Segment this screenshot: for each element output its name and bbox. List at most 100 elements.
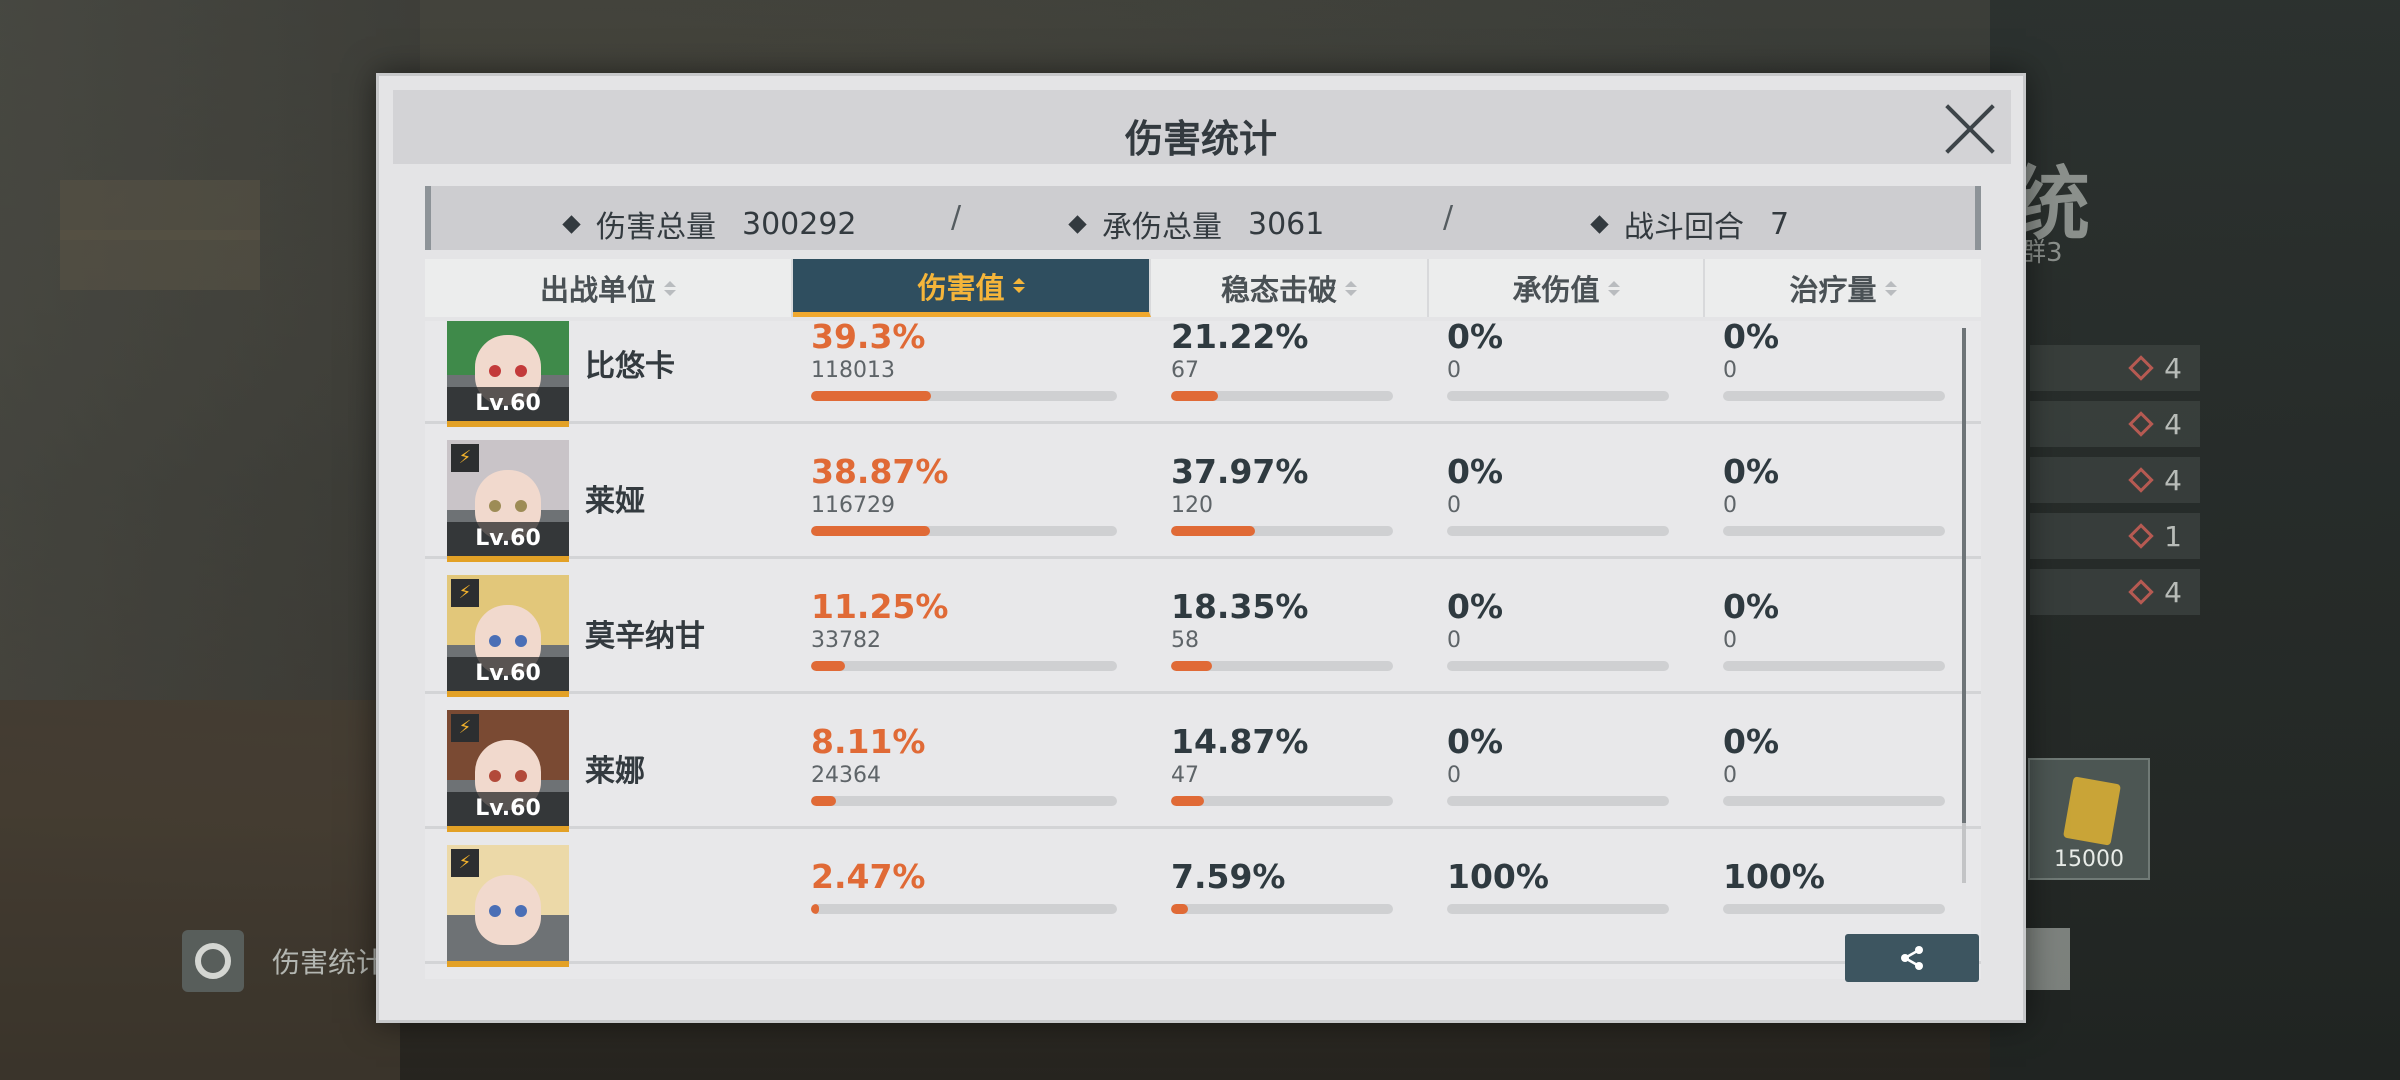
- damage-bar: [811, 661, 1117, 671]
- background-side-row: 4: [2030, 457, 2200, 503]
- close-icon[interactable]: [1941, 100, 1999, 158]
- heal-cell: 100%: [1723, 857, 1945, 914]
- heal-cell: 0% 0: [1723, 452, 1945, 536]
- break-value: 58: [1171, 628, 1199, 653]
- damage-bar-fill: [811, 661, 846, 671]
- damage-stats-button[interactable]: 伤害统计: [182, 930, 384, 992]
- damage-bar-fill: [811, 796, 836, 806]
- break-percent: 7.59%: [1171, 857, 1286, 896]
- background-side-row: 1: [2030, 513, 2200, 559]
- diamond-icon: [2128, 579, 2154, 605]
- break-percent: 37.97%: [1171, 452, 1309, 491]
- column-header-damage[interactable]: 伤害值: [793, 259, 1151, 317]
- heal-cell: 0% 0: [1723, 587, 1945, 671]
- taken-value: 0: [1447, 358, 1461, 383]
- heal-value: 0: [1723, 763, 1737, 788]
- damage-cell: 2.47%: [811, 857, 1117, 914]
- summary-total-damage: 伤害总量 300292: [562, 202, 857, 246]
- heal-bar: [1723, 796, 1945, 806]
- break-value: 120: [1171, 493, 1213, 518]
- heal-cell: 0% 0: [1723, 722, 1945, 806]
- table-row[interactable]: Lv.60 比悠卡 39.3% 118013 21.22% 67 0% 0 0%…: [425, 321, 1981, 427]
- table-row[interactable]: ⚡ Lv.60 莫辛纳甘 11.25% 33782 18.35% 58 0% 0…: [425, 559, 1981, 697]
- lightning-icon: ⚡: [451, 849, 479, 877]
- damage-bar: [811, 526, 1117, 536]
- damage-bar-fill: [811, 526, 930, 536]
- damage-bar: [811, 796, 1117, 806]
- character-name: 莱娜: [585, 754, 645, 789]
- stats-table[interactable]: Lv.60 比悠卡 39.3% 118013 21.22% 67 0% 0 0%…: [425, 321, 1981, 979]
- diamond-icon: [1590, 214, 1609, 234]
- break-bar-fill: [1171, 796, 1204, 806]
- break-bar-fill: [1171, 526, 1256, 536]
- sort-icon: [664, 280, 676, 296]
- avatar-eye: [515, 905, 527, 917]
- table-row[interactable]: ⚡ Lv.60 莱娜 8.11% 24364 14.87% 47 0% 0 0%: [425, 694, 1981, 832]
- avatar-eye: [515, 635, 527, 647]
- character-name: 莱娅: [585, 484, 645, 519]
- damage-value: 24364: [811, 763, 881, 788]
- avatar-eye: [489, 635, 501, 647]
- break-percent: 21.22%: [1171, 321, 1309, 356]
- heal-bar: [1723, 661, 1945, 671]
- scrollbar-thumb[interactable]: [1962, 328, 1966, 823]
- damage-value: 116729: [811, 493, 895, 518]
- avatar-eye: [515, 365, 527, 377]
- table-row[interactable]: ⚡ Lv.60 莱娅 38.87% 116729 37.97% 120 0% 0…: [425, 424, 1981, 562]
- sort-icon: [1884, 280, 1897, 296]
- character-avatar: ⚡: [447, 845, 569, 967]
- heal-value: 0: [1723, 493, 1737, 518]
- diamond-icon: [2128, 355, 2154, 381]
- taken-percent: 0%: [1447, 321, 1504, 356]
- sort-icon: [1607, 280, 1620, 296]
- column-header-break[interactable]: 稳态击破: [1151, 259, 1429, 317]
- break-value: 67: [1171, 358, 1199, 383]
- heal-value: 0: [1723, 628, 1737, 653]
- column-header-heal[interactable]: 治疗量: [1705, 259, 1981, 317]
- break-bar-fill: [1171, 661, 1212, 671]
- heal-bar: [1723, 391, 1945, 401]
- break-bar-fill: [1171, 391, 1219, 401]
- table-scrollbar[interactable]: [1962, 328, 1966, 883]
- ticket-icon: [2062, 776, 2122, 846]
- heal-cell: 0% 0: [1723, 321, 1945, 401]
- taken-cell: 0% 0: [1447, 722, 1669, 806]
- background-side-row: 4: [2030, 569, 2200, 615]
- break-percent: 14.87%: [1171, 722, 1309, 761]
- damage-cell: 39.3% 118013: [811, 321, 1117, 401]
- reward-item: 15000: [2028, 758, 2150, 880]
- share-button[interactable]: [1845, 934, 1979, 982]
- reward-quantity: 15000: [2054, 847, 2124, 872]
- break-bar: [1171, 391, 1393, 401]
- column-header-unit[interactable]: 出战单位: [425, 259, 793, 317]
- column-headers: 出战单位 伤害值 稳态击破 承伤值 治疗量: [425, 259, 1981, 317]
- taken-cell: 100%: [1447, 857, 1669, 914]
- heal-percent: 0%: [1723, 587, 1780, 626]
- break-cell: 18.35% 58: [1171, 587, 1393, 671]
- damage-value: 33782: [811, 628, 881, 653]
- break-cell: 7.59%: [1171, 857, 1393, 914]
- damage-percent: 8.11%: [811, 722, 926, 761]
- avatar-face: [475, 875, 541, 945]
- break-percent: 18.35%: [1171, 587, 1309, 626]
- taken-value: 0: [1447, 628, 1461, 653]
- sort-icon: [1012, 278, 1025, 293]
- taken-percent: 0%: [1447, 452, 1504, 491]
- damage-bar-fill: [811, 904, 819, 914]
- stats-rows: Lv.60 比悠卡 39.3% 118013 21.22% 67 0% 0 0%…: [425, 321, 1981, 967]
- taken-percent: 100%: [1447, 857, 1549, 896]
- taken-bar: [1447, 904, 1669, 914]
- dialog-title: 伤害统计: [1124, 117, 1277, 161]
- character-level: Lv.60: [447, 657, 569, 691]
- column-header-taken[interactable]: 承伤值: [1429, 259, 1705, 317]
- avatar-eye: [515, 500, 527, 512]
- taken-percent: 0%: [1447, 722, 1504, 761]
- background-side-row: 4: [2030, 345, 2200, 391]
- background-floor: [0, 700, 400, 1080]
- table-row[interactable]: ⚡ 2.47% 7.59% 100% 100%: [425, 829, 1981, 967]
- damage-percent: 11.25%: [811, 587, 949, 626]
- break-bar: [1171, 661, 1393, 671]
- heal-bar: [1723, 904, 1945, 914]
- taken-cell: 0% 0: [1447, 452, 1669, 536]
- character-name: 比悠卡: [585, 349, 675, 384]
